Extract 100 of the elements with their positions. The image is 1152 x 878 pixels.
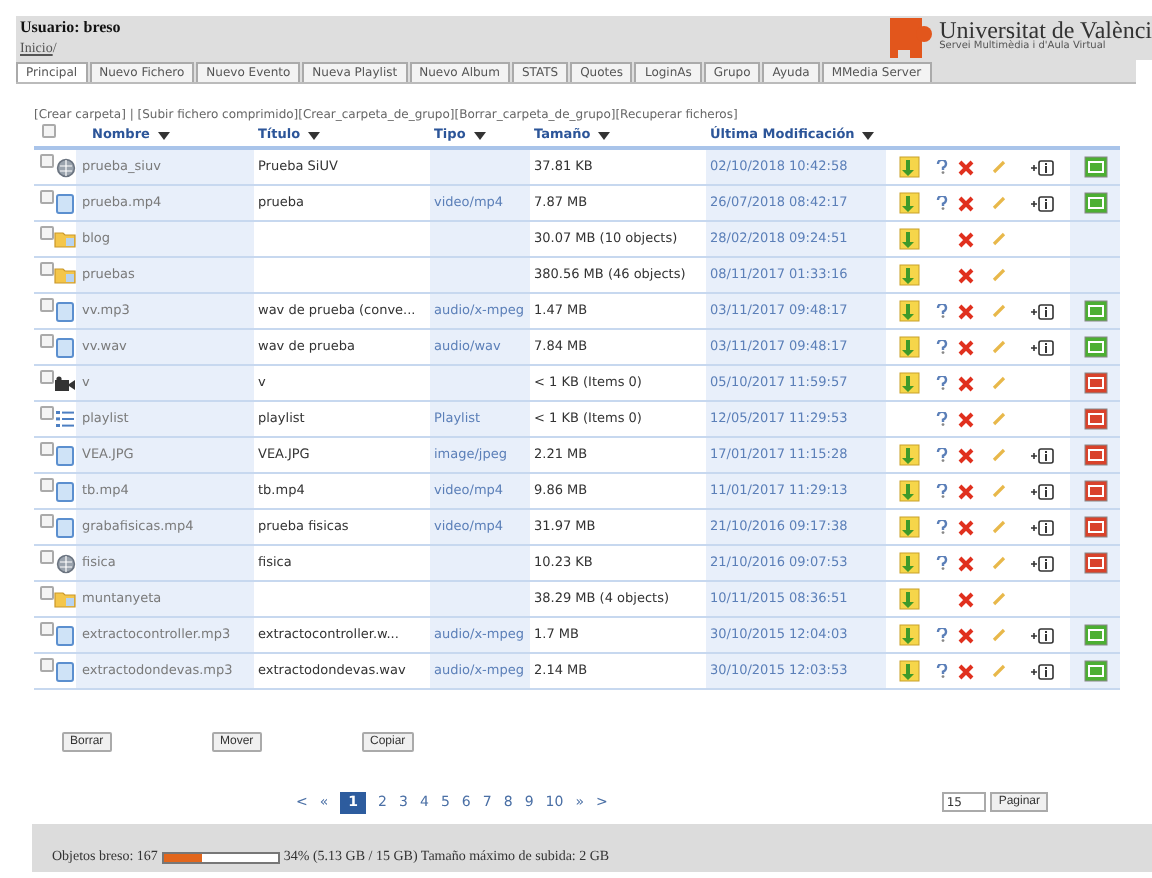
delete-icon[interactable]	[958, 483, 974, 499]
file-type	[430, 582, 530, 616]
add-info-icon[interactable]	[1030, 303, 1054, 319]
unpublished-icon[interactable]	[1083, 408, 1107, 430]
add-info-icon[interactable]	[1030, 627, 1054, 643]
published-icon[interactable]	[1083, 156, 1107, 178]
download-folder-icon[interactable]	[897, 192, 919, 214]
checkbox[interactable]	[40, 586, 54, 600]
checkbox[interactable]	[40, 622, 54, 636]
checkbox[interactable]	[40, 550, 54, 564]
help-icon[interactable]	[936, 628, 948, 642]
help-icon[interactable]	[936, 556, 948, 570]
checkbox[interactable]	[40, 334, 54, 348]
globe-icon	[55, 553, 75, 573]
pencil-icon[interactable]	[991, 520, 1005, 534]
folder-icon	[54, 590, 76, 608]
published-icon[interactable]	[1083, 192, 1107, 214]
delete-icon[interactable]	[958, 267, 974, 283]
add-info-icon[interactable]	[1030, 447, 1054, 463]
delete-icon[interactable]	[958, 231, 974, 247]
checkbox[interactable]	[40, 514, 54, 528]
add-info-icon[interactable]	[1030, 519, 1054, 535]
pencil-icon[interactable]	[991, 628, 1005, 642]
add-info-icon[interactable]	[1030, 159, 1054, 175]
checkbox[interactable]	[40, 658, 54, 672]
unpublished-icon[interactable]	[1083, 516, 1107, 538]
pencil-icon[interactable]	[991, 376, 1005, 390]
pencil-icon[interactable]	[991, 448, 1005, 462]
help-icon[interactable]	[936, 304, 948, 318]
checkbox[interactable]	[40, 226, 54, 240]
delete-icon[interactable]	[958, 159, 974, 175]
pencil-icon[interactable]	[991, 592, 1005, 606]
add-info-icon[interactable]	[1030, 195, 1054, 211]
checkbox[interactable]	[40, 298, 54, 312]
checkbox[interactable]	[40, 406, 54, 420]
checkbox[interactable]	[40, 478, 54, 492]
pencil-icon[interactable]	[991, 196, 1005, 210]
published-icon[interactable]	[1083, 336, 1107, 358]
delete-icon[interactable]	[958, 591, 974, 607]
add-info-icon[interactable]	[1030, 483, 1054, 499]
unpublished-icon[interactable]	[1083, 552, 1107, 574]
download-folder-icon[interactable]	[897, 624, 919, 646]
delete-icon[interactable]	[958, 303, 974, 319]
help-icon[interactable]	[936, 412, 948, 426]
checkbox[interactable]	[40, 154, 54, 168]
published-icon[interactable]	[1083, 660, 1107, 682]
download-folder-icon[interactable]	[897, 444, 919, 466]
add-info-icon[interactable]	[1030, 555, 1054, 571]
published-icon[interactable]	[1083, 300, 1107, 322]
delete-icon[interactable]	[958, 663, 974, 679]
caret-icon	[862, 131, 875, 139]
delete-icon[interactable]	[958, 195, 974, 211]
delete-icon[interactable]	[958, 411, 974, 427]
download-folder-icon[interactable]	[897, 156, 919, 178]
unpublished-icon[interactable]	[1083, 372, 1107, 394]
help-icon[interactable]	[936, 664, 948, 678]
pencil-icon[interactable]	[991, 664, 1005, 678]
help-icon[interactable]	[936, 196, 948, 210]
help-icon[interactable]	[936, 520, 948, 534]
checkbox[interactable]	[40, 262, 54, 276]
help-icon[interactable]	[936, 376, 948, 390]
add-info-icon[interactable]	[1030, 339, 1054, 355]
pencil-icon[interactable]	[991, 304, 1005, 318]
pencil-icon[interactable]	[991, 412, 1005, 426]
download-folder-icon[interactable]	[897, 300, 919, 322]
download-folder-icon[interactable]	[897, 264, 919, 286]
delete-icon[interactable]	[958, 519, 974, 535]
add-info-icon[interactable]	[1030, 663, 1054, 679]
help-icon[interactable]	[936, 160, 948, 174]
checkbox[interactable]	[40, 442, 54, 456]
delete-icon[interactable]	[958, 627, 974, 643]
delete-icon[interactable]	[958, 447, 974, 463]
pencil-icon[interactable]	[991, 232, 1005, 246]
pencil-icon[interactable]	[991, 556, 1005, 570]
delete-icon[interactable]	[958, 339, 974, 355]
download-folder-icon[interactable]	[897, 660, 919, 682]
download-folder-icon[interactable]	[897, 588, 919, 610]
download-folder-icon[interactable]	[897, 516, 919, 538]
checkbox[interactable]	[40, 370, 54, 384]
download-folder-icon[interactable]	[897, 372, 919, 394]
delete-icon[interactable]	[958, 555, 974, 571]
download-folder-icon[interactable]	[897, 552, 919, 574]
download-folder-icon[interactable]	[897, 228, 919, 250]
download-folder-icon[interactable]	[897, 336, 919, 358]
logo-text: Universitat de Valènci	[939, 18, 1152, 42]
pencil-icon[interactable]	[991, 268, 1005, 282]
published-icon[interactable]	[1083, 624, 1107, 646]
list-icon	[56, 410, 74, 428]
download-folder-icon[interactable]	[897, 480, 919, 502]
pencil-icon[interactable]	[991, 340, 1005, 354]
pencil-icon[interactable]	[991, 484, 1005, 498]
delete-icon[interactable]	[958, 375, 974, 391]
checkbox[interactable]	[42, 124, 56, 138]
help-icon[interactable]	[936, 448, 948, 462]
checkbox[interactable]	[40, 190, 54, 204]
help-icon[interactable]	[936, 340, 948, 354]
unpublished-icon[interactable]	[1083, 444, 1107, 466]
pencil-icon[interactable]	[991, 160, 1005, 174]
help-icon[interactable]	[936, 484, 948, 498]
unpublished-icon[interactable]	[1083, 480, 1107, 502]
